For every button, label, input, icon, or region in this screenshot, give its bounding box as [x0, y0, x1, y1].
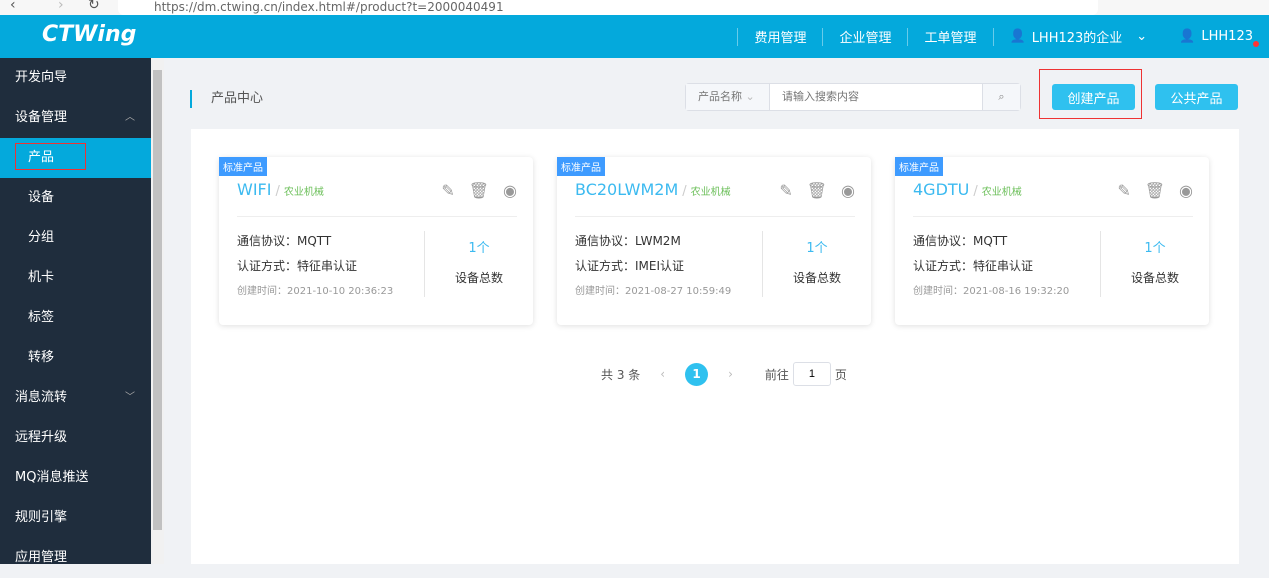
- product-card[interactable]: 标准产品 4GDTU / 农业机械 ✎ 🗑 ◉ 通信协议：MQTT 认证方式：特征串认证创…: [895, 157, 1209, 325]
- sidebar-item-rules[interactable]: 规则引擎: [0, 498, 151, 538]
- product-type-badge: 标准产品: [219, 157, 267, 176]
- browser-toolbar: ‹ › ↻ https://dm.ctwing.cn/index.html#/p…: [0, 0, 1269, 15]
- user-icon: 👤: [1009, 29, 1026, 44]
- notification-dot: [1253, 41, 1259, 47]
- product-list: 标准产品 WIFI / 农业机械 ✎ 🗑 ◉ 通信协议：MQTT 认证方式：特征串认证 创建…: [191, 129, 1239, 564]
- product-name[interactable]: 4GDTU: [913, 180, 969, 199]
- sidebar-item-ota[interactable]: 远程升级: [0, 418, 151, 458]
- prev-page-icon[interactable]: ‹: [660, 367, 665, 381]
- product-category: 农业机械: [690, 187, 731, 198]
- delete-icon[interactable]: 🗑: [1145, 181, 1165, 200]
- divider: [237, 216, 517, 217]
- forward-icon[interactable]: ›: [58, 0, 64, 13]
- product-type-badge: 标准产品: [895, 157, 943, 176]
- back-icon[interactable]: ‹: [10, 0, 16, 13]
- chevron-down-icon: ⌄: [745, 90, 755, 103]
- created-time: 创建时间：2021-08-16 19:32:20: [913, 286, 1070, 297]
- enterprise-name: LHH123的企业: [1031, 31, 1123, 46]
- broadcast-icon[interactable]: ◉: [503, 181, 517, 200]
- top-nav: 费用管理 企业管理 工单管理 👤 LHH123的企业 ⌄ 👤 LHH123: [737, 15, 1269, 58]
- highlight-box: [1039, 69, 1142, 119]
- delete-icon[interactable]: 🗑: [807, 181, 827, 200]
- chevron-down-icon: ﹀: [125, 392, 135, 403]
- divider: [913, 216, 1193, 217]
- product-category: 农业机械: [283, 187, 324, 198]
- sidebar-item-group[interactable]: 分组: [0, 218, 151, 258]
- url-text: https://dm.ctwing.cn/index.html#/product…: [154, 0, 504, 14]
- user-name: LHH123: [1201, 29, 1253, 44]
- protocol: 通信协议：MQTT: [237, 234, 332, 248]
- scrollbar[interactable]: [151, 58, 164, 564]
- chevron-down-icon: ⌄: [1136, 29, 1148, 44]
- sidebar-item-label: 消息流转: [15, 390, 68, 405]
- sidebar-item-card[interactable]: 机卡: [0, 258, 151, 298]
- product-card[interactable]: 标准产品 WIFI / 农业机械 ✎ 🗑 ◉ 通信协议：MQTT 认证方式：特征串认证 创建…: [219, 157, 533, 325]
- search-icon: ⌕: [998, 90, 1005, 103]
- product-name[interactable]: BC20LWM2M: [575, 180, 678, 199]
- chevron-up-icon: ︿: [125, 112, 135, 123]
- user-icon: 👤: [1179, 29, 1196, 44]
- search-bar: 产品名称 ⌄ ⌕: [685, 83, 1021, 111]
- highlight-box: [15, 143, 86, 170]
- product-category: 农业机械: [981, 187, 1022, 198]
- url-bar[interactable]: https://dm.ctwing.cn/index.html#/product…: [118, 0, 1098, 15]
- page-title: 产品中心: [190, 90, 263, 108]
- device-count[interactable]: 1个: [763, 237, 871, 256]
- user-menu[interactable]: 👤 LHH123: [1163, 29, 1269, 47]
- device-count-label: 设备总数: [1130, 271, 1179, 285]
- sidebar-item-transfer[interactable]: 转移: [0, 338, 151, 378]
- pagination: 共 3 条 ‹ 1 › 前往 页: [601, 362, 847, 386]
- edit-icon[interactable]: ✎: [441, 181, 454, 200]
- auth-method: 认证方式：特征串认证: [913, 259, 1034, 273]
- device-count[interactable]: 1个: [1101, 237, 1209, 256]
- product-card[interactable]: 标准产品 BC20LWM2M / 农业机械 ✎ 🗑 ◉ 通信协议：LWM2M 认证方式：I…: [557, 157, 871, 325]
- delete-icon[interactable]: 🗑: [469, 181, 489, 200]
- enterprise-dropdown[interactable]: 👤 LHH123的企业 ⌄: [994, 27, 1164, 46]
- nav-billing[interactable]: 费用管理: [738, 27, 822, 46]
- product-name[interactable]: WIFI: [237, 180, 271, 199]
- sidebar-item-message-flow[interactable]: 消息流转 ﹀: [0, 378, 151, 418]
- protocol: 通信协议：LWM2M: [575, 234, 681, 248]
- page-1[interactable]: 1: [685, 362, 709, 386]
- sidebar-item-guide[interactable]: 开发向导: [0, 58, 151, 98]
- search-button[interactable]: ⌕: [982, 84, 1020, 110]
- select-value: 产品名称: [698, 90, 742, 103]
- nav-enterprise[interactable]: 企业管理: [823, 27, 907, 46]
- next-page-icon[interactable]: ›: [728, 367, 733, 381]
- auth-method: 认证方式：特征串认证: [237, 259, 358, 273]
- sidebar-item-apps[interactable]: 应用管理: [0, 538, 151, 578]
- auth-method: 认证方式：IMEI认证: [575, 259, 685, 273]
- edit-icon[interactable]: ✎: [779, 181, 792, 200]
- goto-page-input[interactable]: [792, 362, 831, 386]
- protocol: 通信协议：MQTT: [913, 234, 1008, 248]
- public-product-button[interactable]: 公共产品: [1155, 84, 1238, 110]
- logo[interactable]: CTWing: [42, 22, 136, 47]
- product-type-badge: 标准产品: [557, 157, 605, 176]
- sidebar-item-label: 设备管理: [15, 110, 68, 125]
- device-count[interactable]: 1个: [425, 237, 533, 256]
- device-count-label: 设备总数: [454, 271, 503, 285]
- sidebar-item-tag[interactable]: 标签: [0, 298, 151, 338]
- search-field-select[interactable]: 产品名称 ⌄: [686, 84, 770, 110]
- reload-icon[interactable]: ↻: [88, 0, 100, 13]
- device-count-label: 设备总数: [792, 271, 841, 285]
- created-time: 创建时间：2021-08-27 10:59:49: [575, 286, 732, 297]
- goto-label: 前往: [764, 367, 789, 382]
- top-bar: CTWing 费用管理 企业管理 工单管理 👤 LHH123的企业 ⌄ 👤 LHH12…: [0, 15, 1269, 58]
- created-time: 创建时间：2021-10-10 20:36:23: [237, 286, 394, 297]
- sidebar-item-device[interactable]: 设备: [0, 178, 151, 218]
- broadcast-icon[interactable]: ◉: [841, 181, 855, 200]
- total-count: 共 3 条: [601, 367, 641, 382]
- edit-icon[interactable]: ✎: [1117, 181, 1130, 200]
- sidebar-item-mq[interactable]: MQ消息推送: [0, 458, 151, 498]
- sidebar-item-device-mgmt[interactable]: 设备管理 ︿: [0, 98, 151, 138]
- page-suffix: 页: [834, 367, 847, 382]
- sidebar: 开发向导 设备管理 ︿ 产品 设备 分组 机卡 标签 转移 消息流转 ﹀ 远程升级 …: [0, 58, 151, 565]
- nav-tickets[interactable]: 工单管理: [908, 27, 992, 46]
- divider: [575, 216, 855, 217]
- scrollbar-thumb[interactable]: [153, 70, 162, 530]
- search-input[interactable]: [770, 84, 982, 110]
- broadcast-icon[interactable]: ◉: [1179, 181, 1193, 200]
